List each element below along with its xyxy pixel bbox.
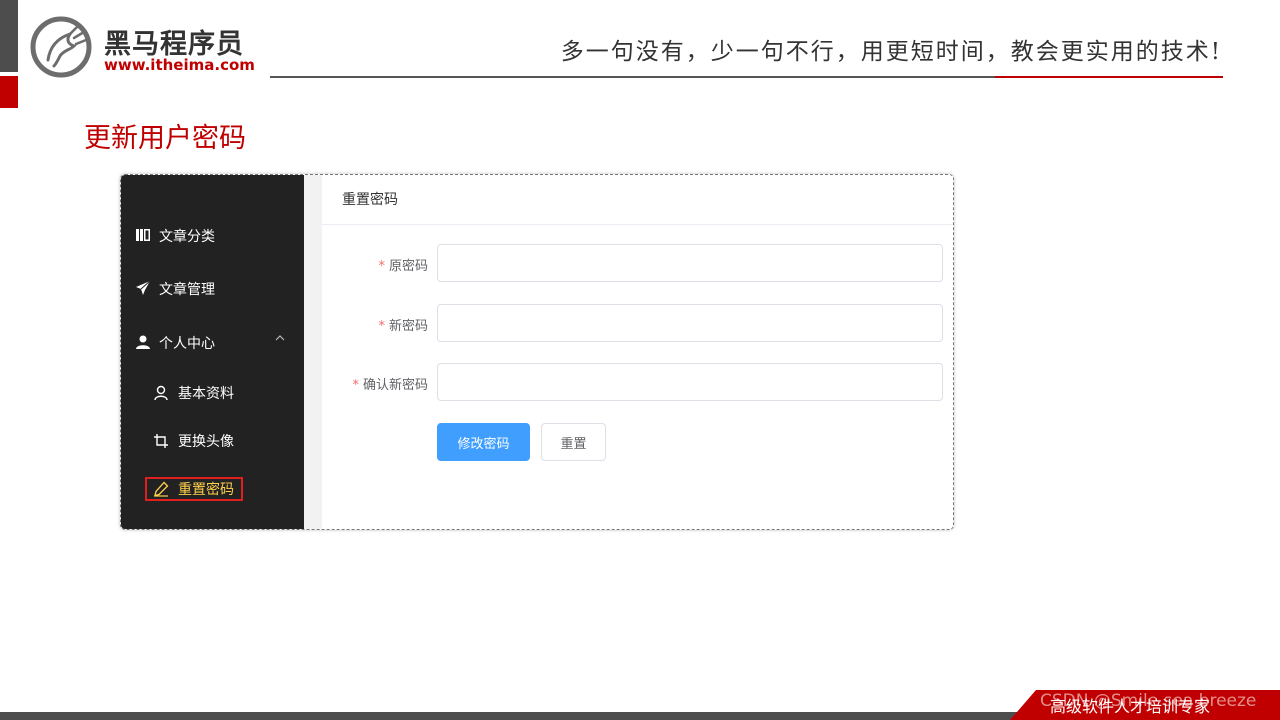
content-gutter [304,175,322,529]
reset-password-card: 重置密码 * 原密码 * 新密码 * 确认新密码 修改密码 重置 [322,175,953,529]
form-row-new-password: * 新密码 [322,304,953,344]
user-outline-icon [154,385,168,401]
sidebar-subitem-label: 基本资料 [178,386,234,402]
form-row-confirm-password: * 确认新密码 [322,363,953,403]
required-mark: * [378,259,385,274]
card-title: 重置密码 [342,192,398,208]
sidebar-subitem-label: 更换头像 [178,434,234,450]
sidebar-item-article-manage[interactable]: 文章管理 [121,268,304,308]
sidebar-subitem-avatar[interactable]: 更换头像 [121,423,304,459]
required-mark: * [352,378,359,393]
book-icon [136,229,150,241]
header-divider [270,76,995,78]
slogan: 多一句没有，少一句不行，用更短时间，教会更实用的技术! [560,39,1222,65]
field-label: 确认新密码 [362,378,428,393]
confirm-password-label: * 确认新密码 [352,374,428,393]
field-label: 原密码 [388,259,428,274]
crop-icon [154,434,168,448]
new-password-label: * 新密码 [378,315,428,334]
sidebar: 文章分类 文章管理 个人中心 基本资料 更换头像 重置密码 [121,175,304,529]
send-icon [136,280,151,295]
brand-url: www.itheima.com [104,56,255,74]
user-icon [136,335,150,349]
sidebar-item-user-center[interactable]: 个人中心 [121,322,304,362]
header-divider-red [995,76,1223,78]
sidebar-item-label: 文章管理 [159,282,215,298]
left-accent-bar-red [0,76,18,108]
confirm-password-input[interactable] [437,363,943,401]
sidebar-item-label: 文章分类 [159,229,215,245]
app-window: 文章分类 文章管理 个人中心 基本资料 更换头像 重置密码 重置密码 * 原密码… [120,174,954,530]
required-mark: * [378,319,385,334]
reset-button[interactable]: 重置 [541,423,606,461]
new-password-input[interactable] [437,304,943,342]
edit-icon [154,481,169,497]
chevron-up-icon[interactable] [274,332,286,344]
field-label: 新密码 [388,319,428,334]
sidebar-item-label: 个人中心 [159,336,215,352]
horse-logo-icon [30,16,92,78]
sidebar-subitem-reset-password[interactable]: 重置密码 [121,471,304,507]
brand-logo: 黑马程序员 www.itheima.com [30,16,260,80]
form-row-old-password: * 原密码 [322,244,953,284]
change-password-button[interactable]: 修改密码 [437,423,530,461]
sidebar-subitem-profile[interactable]: 基本资料 [121,375,304,411]
form-actions: 修改密码 重置 [322,423,953,463]
left-accent-bar [0,0,18,72]
old-password-label: * 原密码 [378,255,428,274]
sidebar-item-article-category[interactable]: 文章分类 [121,215,304,255]
csdn-watermark: CSDN @Smile sea breeze [1040,691,1257,711]
card-header: 重置密码 [322,175,953,225]
sidebar-subitem-label: 重置密码 [178,482,234,498]
slide-title: 更新用户密码 [84,123,246,154]
old-password-input[interactable] [437,244,943,282]
